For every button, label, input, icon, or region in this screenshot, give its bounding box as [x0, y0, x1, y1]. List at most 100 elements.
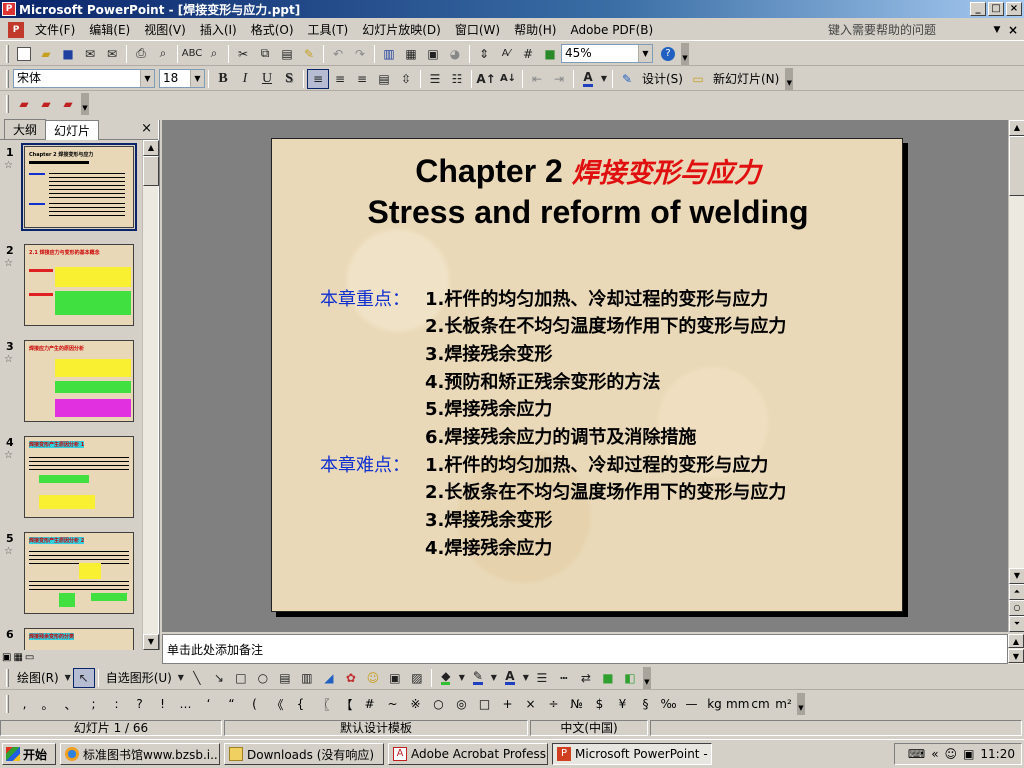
document-icon[interactable]: P [8, 21, 24, 38]
increase-indent-icon[interactable]: ⇥ [548, 69, 570, 89]
toolbar-grip[interactable] [6, 95, 9, 113]
line-spacing-icon[interactable]: ⇳ [395, 69, 417, 89]
powerpoint-app-icon[interactable]: P [2, 2, 16, 16]
distribute-icon[interactable]: ▤ [373, 69, 395, 89]
menu-tools[interactable]: 工具(T) [301, 21, 356, 38]
symbol-button[interactable]: × [519, 697, 542, 711]
toolbar-grip[interactable] [6, 69, 9, 88]
increase-font-size-icon[interactable]: A↑ [475, 69, 497, 89]
symbol-button[interactable]: ¥ [611, 697, 634, 711]
autoshapes-menu-button[interactable]: 自选图形(U) [102, 669, 176, 686]
tab-outline[interactable]: 大纲 [4, 119, 47, 139]
slide-editor[interactable]: Chapter 2 焊接变形与应力 Stress and reform of w… [162, 120, 1008, 632]
symbol-button[interactable]: ※ [404, 697, 427, 711]
list-item[interactable]: 2 ☆ 2.1 焊接应力与变形的基本概念 [0, 244, 142, 334]
notes-scrollbar[interactable]: ▲ ▼ [1008, 634, 1024, 664]
oval-icon[interactable]: ○ [252, 668, 274, 688]
line-color-icon[interactable]: ✎ [467, 668, 489, 688]
new-document-icon[interactable] [13, 44, 35, 64]
symbol-button[interactable]: ! [151, 697, 174, 711]
menu-view[interactable]: 视图(V) [137, 21, 193, 38]
scroll-up-icon[interactable]: ▲ [143, 140, 159, 156]
font-color-icon[interactable]: A [577, 69, 599, 89]
chevron-down-icon[interactable]: ▼ [990, 21, 1004, 39]
align-left-icon[interactable]: ≡ [307, 68, 329, 89]
slide-thumbnail[interactable]: 焊接应力产生的原因分析 [24, 340, 134, 422]
menu-edit[interactable]: 编辑(E) [82, 21, 137, 38]
document-close-button[interactable]: × [1006, 21, 1020, 39]
taskbar-item[interactable]: P Microsoft PowerPoint - [... [552, 743, 712, 765]
symbol-button[interactable]: … [174, 697, 197, 711]
chevron-down-icon[interactable]: ▼ [176, 668, 186, 688]
messenger-icon[interactable]: ☺ [945, 747, 958, 761]
thumbnails-scrollbar[interactable]: ▲ ▼ [142, 140, 159, 650]
toolbar-options-icon[interactable]: ▼ [797, 693, 805, 715]
align-center-icon[interactable]: ≡ [329, 69, 351, 89]
symbol-button[interactable]: 、 [59, 696, 82, 713]
underline-button[interactable]: U [256, 69, 278, 89]
list-item[interactable]: 5 ☆ 焊接变形产生原因分析 2 [0, 532, 142, 622]
convert-to-pdf-icon[interactable]: ▰ [13, 94, 35, 114]
email-icon[interactable]: ✉ [101, 44, 123, 64]
menu-adobe-pdf[interactable]: Adobe PDF(B) [563, 23, 660, 37]
redo-icon[interactable]: ↷ [349, 44, 371, 64]
symbol-button[interactable]: + [496, 697, 519, 711]
slideshow-view-icon[interactable]: ▭ [25, 652, 34, 663]
chevron-down-icon[interactable]: ▼ [190, 70, 204, 87]
symbol-button[interactable]: { [289, 697, 312, 711]
scroll-down-icon[interactable]: ▼ [143, 634, 159, 650]
numbering-icon[interactable]: ☰ [424, 69, 446, 89]
close-button[interactable]: × [1006, 2, 1022, 16]
scroll-up-icon[interactable]: ▲ [1009, 120, 1024, 136]
menu-insert[interactable]: 插入(I) [193, 21, 244, 38]
color-grayscale-icon[interactable]: ■ [539, 44, 561, 64]
line-style-icon[interactable]: ☰ [531, 668, 553, 688]
menu-slideshow[interactable]: 幻灯片放映(D) [355, 21, 448, 38]
slide-canvas[interactable]: Chapter 2 焊接变形与应力 Stress and reform of w… [271, 138, 903, 612]
clock[interactable]: 11:20 [980, 747, 1015, 761]
symbol-button[interactable]: ; [82, 697, 105, 711]
help-icon[interactable]: ? [657, 44, 679, 64]
clip-art-icon[interactable]: ☺ [362, 668, 384, 688]
save-icon[interactable]: ■ [57, 44, 79, 64]
spelling-icon[interactable]: ABC [181, 44, 203, 64]
notes-pane[interactable]: 单击此处添加备注 [162, 634, 1008, 664]
list-item[interactable]: 1 ☆ Chapter 2 焊接变形与应力 [0, 143, 142, 236]
shadow-button[interactable]: S [278, 69, 300, 89]
symbol-button[interactable]: , [13, 697, 36, 711]
list-item[interactable]: 4 ☆ 焊接变形产生原因分析 1 [0, 436, 142, 526]
symbol-button[interactable]: ◎ [450, 697, 473, 711]
toolbar-options-icon[interactable]: ▼ [81, 93, 89, 115]
next-slide-icon[interactable]: ⏷ [1009, 616, 1024, 632]
chevron-down-icon[interactable]: ▼ [63, 668, 73, 688]
vertical-text-box-icon[interactable]: ▥ [296, 668, 318, 688]
tray-expand-icon[interactable]: « [931, 747, 938, 761]
font-name-select[interactable]: 宋体 ▼ [13, 69, 155, 88]
editor-scrollbar[interactable]: ▲ ▼ ⏶ ○ ⏷ [1008, 120, 1024, 632]
wordart-icon[interactable]: ◢ [318, 668, 340, 688]
insert-table-icon[interactable]: ▦ [400, 44, 422, 64]
list-item[interactable]: 6 焊接残余变形的分类 [0, 628, 142, 650]
bold-button[interactable]: B [212, 69, 234, 89]
decrease-indent-icon[interactable]: ⇤ [526, 69, 548, 89]
network-icon[interactable]: ▣ [963, 747, 974, 761]
design-button[interactable]: 设计(S) [638, 70, 687, 87]
undo-icon[interactable]: ↶ [327, 44, 349, 64]
maximize-button[interactable]: □ [988, 2, 1004, 16]
show-formatting-icon[interactable]: A⁄ [495, 44, 517, 64]
minimize-button[interactable]: _ [970, 2, 986, 16]
symbol-button[interactable]: $ [588, 697, 611, 711]
toolbar-options-icon[interactable]: ▼ [642, 666, 651, 689]
symbol-button[interactable]: kg [703, 697, 726, 711]
symbol-button[interactable]: mm [726, 697, 749, 711]
previous-slide-icon[interactable]: ⏶ [1009, 584, 1024, 600]
symbol-button[interactable]: 【 [335, 696, 358, 713]
symbol-button[interactable]: 《 [266, 696, 289, 713]
open-folder-icon[interactable]: ▰ [35, 44, 57, 64]
symbol-button[interactable]: “ [220, 697, 243, 711]
slide-thumbnail[interactable]: 焊接变形产生原因分析 1 [24, 436, 134, 518]
symbol-button[interactable]: cm [749, 697, 772, 711]
toolbar-grip[interactable] [6, 695, 9, 713]
scroll-up-icon[interactable]: ▲ [1008, 634, 1024, 648]
cut-icon[interactable]: ✂ [232, 44, 254, 64]
